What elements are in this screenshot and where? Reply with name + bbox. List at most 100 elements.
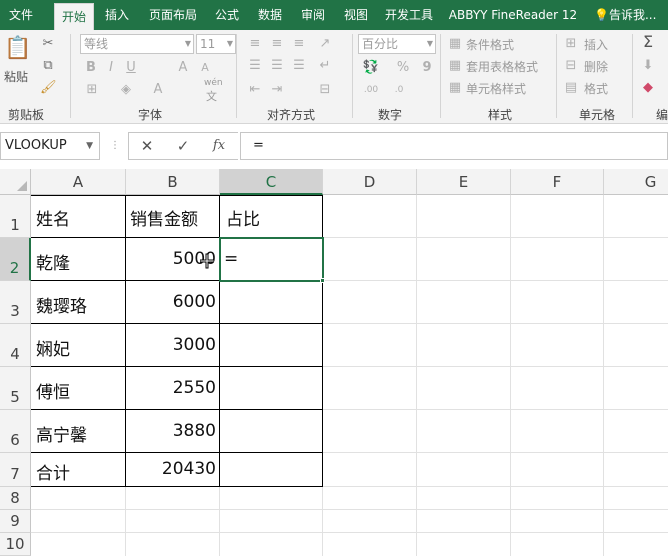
row-header-3[interactable]: 3 [0, 281, 31, 324]
underline-button[interactable]: U [124, 60, 138, 76]
cell-b4[interactable]: 3000 [126, 335, 216, 355]
tab-page-layout[interactable]: 页面布局 [145, 0, 201, 30]
column-header-d[interactable]: D [323, 169, 417, 195]
row-header-4[interactable]: 4 [0, 324, 31, 367]
cancel-entry-icon[interactable]: ✕ [139, 138, 155, 154]
cell-styles-icon[interactable]: ▦ [448, 80, 462, 96]
phonetic-label[interactable]: wén [204, 78, 223, 88]
cell-a3[interactable]: 魏璎珞 [36, 292, 87, 317]
tab-abbyy[interactable]: ABBYY FineReader 12 [446, 0, 580, 30]
tab-review[interactable]: 审阅 [296, 0, 330, 30]
autosum-icon[interactable]: Σ [640, 34, 656, 50]
tell-me-search[interactable]: 💡告诉我... [594, 0, 656, 30]
conditional-format-icon[interactable]: ▦ [448, 36, 462, 52]
conditional-format-button[interactable]: 条件格式 [466, 36, 514, 53]
number-format-combo[interactable]: 百分比 ▼ [358, 34, 436, 54]
accounting-format-icon[interactable]: 💱 [362, 60, 380, 76]
formula-input[interactable]: = [240, 132, 668, 160]
fill-handle[interactable] [320, 278, 325, 283]
worksheet-grid[interactable]: A B C D E F G 1 2 3 4 5 6 7 8 9 10 姓名 销售… [0, 169, 668, 556]
wrap-text-icon[interactable]: ↵ [318, 58, 332, 74]
row-header-10[interactable]: 10 [0, 533, 31, 556]
tab-insert[interactable]: 插入 [100, 0, 134, 30]
cell-a6[interactable]: 高宁馨 [36, 421, 87, 446]
format-cells-icon[interactable]: ▤ [564, 80, 578, 96]
row-header-9[interactable]: 9 [0, 510, 31, 533]
delete-cells-icon[interactable]: ⊟ [564, 58, 578, 74]
format-table-icon[interactable]: ▦ [448, 58, 462, 74]
tab-file[interactable]: 文件 [4, 0, 38, 30]
format-painter-icon[interactable]: 🖌 [40, 80, 57, 96]
cell-a7[interactable]: 合计 [36, 459, 70, 484]
column-header-g[interactable]: G [604, 169, 668, 195]
cell-c1[interactable]: 占比 [226, 205, 260, 230]
cell-styles-button[interactable]: 单元格样式 [466, 80, 526, 97]
cell-a5[interactable]: 傅恒 [36, 378, 70, 403]
border-icon[interactable]: ⊞ [84, 82, 100, 98]
tab-data[interactable]: 数据 [253, 0, 287, 30]
shrink-font-button[interactable]: A [198, 60, 212, 76]
column-header-e[interactable]: E [417, 169, 511, 195]
font-color-icon[interactable]: A [150, 82, 166, 98]
paste-icon[interactable]: 📋 [4, 36, 31, 62]
cell-b6[interactable]: 3880 [126, 421, 216, 441]
decrease-decimal-icon[interactable]: .0 [390, 82, 408, 98]
increase-indent-icon[interactable]: ⇥ [270, 82, 284, 98]
tab-view[interactable]: 视图 [339, 0, 373, 30]
increase-decimal-icon[interactable]: .00 [362, 82, 380, 98]
cell-b5[interactable]: 2550 [126, 378, 216, 398]
row-header-1[interactable]: 1 [0, 195, 31, 238]
cell-a1[interactable]: 姓名 [36, 205, 70, 230]
font-size-combo[interactable]: 11 ▼ [196, 34, 236, 54]
font-name-combo[interactable]: 等线 ▼ [80, 34, 194, 54]
row-header-6[interactable]: 6 [0, 410, 31, 453]
tab-home[interactable]: 开始 [54, 3, 94, 30]
align-bottom-icon[interactable]: ≡ [292, 36, 306, 52]
formula-bar-handle-icon[interactable]: ⋮ [110, 138, 120, 154]
cell-b3[interactable]: 6000 [126, 292, 216, 312]
paste-label[interactable]: 粘贴 [4, 68, 28, 85]
column-header-f[interactable]: F [511, 169, 604, 195]
row-header-8[interactable]: 8 [0, 487, 31, 510]
row-header-5[interactable]: 5 [0, 367, 31, 410]
insert-function-button[interactable]: fx [211, 138, 227, 154]
decrease-indent-icon[interactable]: ⇤ [248, 82, 262, 98]
tab-developer[interactable]: 开发工具 [381, 0, 437, 30]
percent-style-button[interactable]: % [396, 60, 410, 76]
column-header-c[interactable]: C [220, 169, 323, 195]
grow-font-button[interactable]: A [176, 60, 190, 76]
cell-b7[interactable]: 20430 [126, 459, 216, 479]
fill-icon[interactable]: ⬇ [640, 58, 656, 74]
cut-icon[interactable]: ✂ [40, 36, 56, 52]
delete-cells-button[interactable]: 删除 [584, 58, 608, 75]
format-cells-button[interactable]: 格式 [584, 80, 608, 97]
clear-icon[interactable]: ◆ [640, 80, 656, 96]
column-header-a[interactable]: A [31, 169, 126, 195]
orientation-icon[interactable]: ↗ [318, 36, 332, 52]
cell-b1[interactable]: 销售金额 [130, 205, 198, 230]
name-box[interactable]: VLOOKUP ▼ [0, 132, 100, 160]
cell-a4[interactable]: 娴妃 [36, 335, 70, 360]
row-header-2[interactable]: 2 [0, 238, 31, 281]
comma-style-button[interactable]: 9 [420, 60, 434, 76]
insert-cells-button[interactable]: 插入 [584, 36, 608, 53]
column-header-b[interactable]: B [126, 169, 220, 195]
copy-icon[interactable]: ⧉ [40, 58, 56, 74]
insert-cells-icon[interactable]: ⊞ [564, 36, 578, 52]
align-top-icon[interactable]: ≡ [248, 36, 262, 52]
tab-formulas[interactable]: 公式 [210, 0, 244, 30]
italic-button[interactable]: I [104, 60, 118, 76]
bold-button[interactable]: B [84, 60, 98, 76]
align-middle-icon[interactable]: ≡ [270, 36, 284, 52]
align-center-icon[interactable]: ☰ [270, 58, 284, 74]
align-left-icon[interactable]: ☰ [248, 58, 262, 74]
merge-center-icon[interactable]: ⊟ [318, 82, 332, 98]
phonetic-char[interactable]: 文 [206, 88, 217, 104]
confirm-entry-icon[interactable]: ✓ [175, 138, 191, 154]
row-header-7[interactable]: 7 [0, 453, 31, 487]
cell-a2[interactable]: 乾隆 [36, 249, 70, 274]
fill-color-icon[interactable]: ◈ [118, 82, 134, 98]
format-as-table-button[interactable]: 套用表格格式 [466, 58, 538, 75]
select-all-corner[interactable] [0, 169, 31, 195]
align-right-icon[interactable]: ☰ [292, 58, 306, 74]
